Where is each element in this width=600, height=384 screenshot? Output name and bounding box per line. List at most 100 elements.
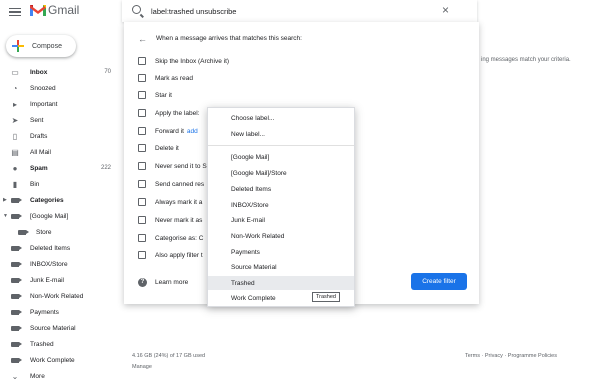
option-categorise[interactable]: Categorise as: C	[138, 233, 203, 243]
sidebar-item-google-mail[interactable]: ▼ [Google Mail]	[0, 208, 118, 224]
checkbox[interactable]	[138, 162, 146, 170]
dropdown-item-highlighted[interactable]: Trashed	[208, 276, 354, 290]
option-label: Never mark it as	[155, 216, 203, 224]
sidebar-item-deleted-items[interactable]: Deleted Items	[0, 240, 118, 256]
checkbox[interactable]	[138, 251, 146, 259]
filter-intro: When a message arrives that matches this…	[156, 35, 302, 42]
back-arrow-icon[interactable]: ←	[138, 34, 147, 44]
checkbox[interactable]	[138, 216, 146, 224]
close-icon[interactable]: ×	[442, 3, 449, 17]
dropdown-item[interactable]: Payments	[208, 245, 354, 259]
send-icon: ➤	[11, 115, 19, 125]
dropdown-item[interactable]: INBOX/Store	[208, 198, 354, 212]
sidebar-item-label: Categories	[30, 196, 64, 204]
search-bar[interactable]: label:trashed unsubscribe ×	[122, 0, 477, 22]
gmail-logo[interactable]: Gmail	[30, 3, 79, 17]
compose-button[interactable]: Compose	[6, 35, 76, 57]
manage-storage-link[interactable]: Manage	[132, 364, 152, 370]
sidebar-item-all-mail[interactable]: ▤ All Mail	[0, 144, 118, 160]
checkbox[interactable]	[138, 198, 146, 206]
add-forwarding-link[interactable]: add	[187, 128, 198, 135]
create-filter-button[interactable]: Create filter	[411, 273, 467, 290]
learn-more-link[interactable]: Learn more	[155, 279, 188, 286]
sidebar-item-categories[interactable]: ▶ Categories	[0, 192, 118, 208]
sidebar-item-drafts[interactable]: ▯ Drafts	[0, 128, 118, 144]
option-delete[interactable]: Delete it	[138, 143, 179, 153]
option-label: Categorise as: C	[155, 234, 204, 242]
search-input[interactable]: label:trashed unsubscribe	[151, 7, 236, 16]
label-icon	[11, 196, 22, 204]
option-label: Star it	[155, 91, 172, 99]
checkbox[interactable]	[138, 57, 146, 65]
dropdown-item[interactable]: Choose label...	[208, 111, 354, 125]
checkbox[interactable]	[138, 91, 146, 99]
sidebar-item-label: Snoozed	[30, 84, 56, 92]
sidebar-item-label: INBOX/Store	[30, 260, 68, 268]
option-label: Delete it	[155, 144, 179, 152]
dropdown-item[interactable]: [Google Mail]	[208, 150, 354, 164]
checkbox[interactable]	[138, 127, 146, 135]
dropdown-item[interactable]: Junk E-mail	[208, 213, 354, 227]
sidebar-item-source-material[interactable]: Source Material	[0, 320, 118, 336]
dropdown-item[interactable]: [Google Mail]/Store	[208, 166, 354, 180]
sidebar-item-more[interactable]: ⌄ More	[0, 368, 118, 384]
collapse-caret-icon[interactable]: ▼	[3, 213, 8, 219]
unread-count: 222	[100, 165, 111, 171]
sidebar-item-trashed[interactable]: Trashed	[0, 336, 118, 352]
main-menu-button[interactable]	[8, 6, 22, 18]
option-label: Skip the Inbox (Archive it)	[155, 57, 230, 65]
compose-label: Compose	[32, 42, 62, 50]
sidebar-item-inbox[interactable]: ▭ Inbox 70	[0, 64, 118, 80]
help-icon[interactable]: ?	[138, 278, 147, 287]
option-label: Mark as read	[155, 74, 193, 82]
sidebar-item-bin[interactable]: ▮ Bin	[0, 176, 118, 192]
search-icon[interactable]	[132, 5, 141, 14]
expand-caret-icon[interactable]: ▶	[3, 197, 7, 203]
sidebar-item-junk-email[interactable]: Junk E-mail	[0, 272, 118, 288]
label-icon	[11, 308, 22, 316]
sidebar-item-label: Bin	[30, 180, 40, 188]
option-label: Apply the label:	[155, 109, 200, 117]
option-apply-existing[interactable]: Also apply filter t	[138, 250, 203, 260]
footer-links[interactable]: Terms · Privacy · Programme Policies	[465, 353, 557, 359]
sidebar-item-important[interactable]: ▸ Important	[0, 96, 118, 112]
option-always-important[interactable]: Always mark it a	[138, 197, 202, 207]
option-canned-response[interactable]: Send canned res	[138, 179, 204, 189]
option-mark-read[interactable]: Mark as read	[138, 73, 193, 83]
label-icon	[11, 340, 22, 348]
label-icon	[11, 292, 22, 300]
dropdown-item[interactable]: New label...	[208, 127, 354, 141]
inbox-icon: ▭	[11, 67, 19, 77]
checkbox[interactable]	[138, 74, 146, 82]
sidebar-item-work-complete[interactable]: Work Complete	[0, 352, 118, 368]
sidebar-item-snoozed[interactable]: ◔ Snoozed	[0, 80, 118, 96]
label-icon	[11, 212, 22, 220]
sidebar-item-label: Source Material	[30, 324, 76, 332]
option-never-important[interactable]: Never mark it as	[138, 215, 202, 225]
background-hint-text: ing messages match your criteria.	[481, 57, 571, 63]
storage-usage: 4.16 GB (24%) of 17 GB used	[132, 353, 206, 359]
sidebar-item-store[interactable]: Store	[0, 224, 118, 240]
option-skip-inbox[interactable]: Skip the Inbox (Archive it)	[138, 56, 229, 66]
checkbox[interactable]	[138, 234, 146, 242]
sidebar-item-payments[interactable]: Payments	[0, 304, 118, 320]
sidebar-item-label: Work Complete	[30, 356, 75, 364]
spam-icon: ●	[12, 163, 18, 173]
sidebar-item-non-work-related[interactable]: Non-Work Related	[0, 288, 118, 304]
sidebar-item-label: Important	[30, 100, 58, 108]
dropdown-item[interactable]: Deleted Items	[208, 182, 354, 196]
sidebar-item-inbox-store[interactable]: INBOX/Store	[0, 256, 118, 272]
option-apply-label[interactable]: Apply the label:	[138, 108, 199, 118]
checkbox[interactable]	[138, 144, 146, 152]
dropdown-item[interactable]: Non-Work Related	[208, 229, 354, 243]
sidebar-item-sent[interactable]: ➤ Sent	[0, 112, 118, 128]
option-forward[interactable]: Forward it add	[138, 126, 198, 136]
plus-icon	[12, 40, 24, 52]
sidebar-item-spam[interactable]: ● Spam 222	[0, 160, 118, 176]
label-icon	[11, 276, 22, 284]
option-never-spam[interactable]: Never send it to S	[138, 161, 207, 171]
dropdown-item[interactable]: Source Material	[208, 260, 354, 274]
checkbox[interactable]	[138, 180, 146, 188]
option-star[interactable]: Star it	[138, 90, 172, 100]
checkbox[interactable]	[138, 109, 146, 117]
